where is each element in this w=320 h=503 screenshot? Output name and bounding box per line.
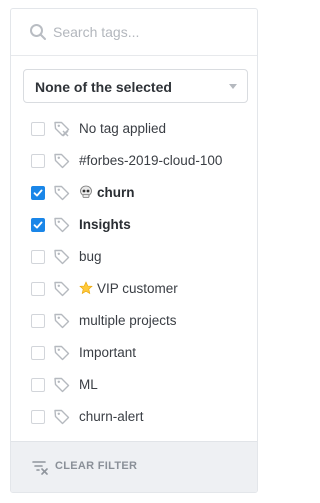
tag-label-text: VIP customer bbox=[97, 281, 178, 296]
tag-label: churn-alert bbox=[79, 409, 144, 424]
tag-option[interactable]: No tag applied bbox=[11, 113, 257, 145]
tag-icon bbox=[53, 216, 71, 234]
tag-option[interactable]: churn bbox=[11, 177, 257, 209]
tag-label-text: Insights bbox=[79, 217, 131, 232]
tag-label-text: No tag applied bbox=[79, 121, 167, 136]
clear-filter-icon bbox=[31, 458, 49, 476]
tag-x-icon bbox=[53, 120, 71, 138]
checkbox[interactable] bbox=[31, 282, 45, 296]
tag-icon bbox=[53, 312, 71, 330]
tag-label-text: Important bbox=[79, 345, 137, 360]
checkbox[interactable] bbox=[31, 378, 45, 392]
tag-filter-panel: None of the selected No tag applied #forb… bbox=[10, 8, 258, 493]
checkbox[interactable] bbox=[31, 314, 45, 328]
checkbox[interactable] bbox=[31, 410, 45, 424]
tag-icon bbox=[53, 408, 71, 426]
clear-filter-button[interactable]: CLEAR FILTER bbox=[11, 441, 257, 492]
filter-mode-select[interactable]: None of the selected bbox=[23, 69, 248, 103]
tag-option[interactable]: multiple projects bbox=[11, 305, 257, 337]
tag-option[interactable]: churn-alert bbox=[11, 401, 257, 433]
search-input[interactable] bbox=[53, 21, 243, 43]
tag-label-text: ML bbox=[79, 377, 98, 392]
checkbox[interactable] bbox=[31, 346, 45, 360]
tag-label-text: multiple projects bbox=[79, 313, 177, 328]
tag-option[interactable]: Insights bbox=[11, 209, 257, 241]
tag-icon bbox=[53, 376, 71, 394]
tag-option[interactable]: bug bbox=[11, 241, 257, 273]
tag-icon bbox=[53, 344, 71, 362]
tag-option[interactable]: #forbes-2019-cloud-100 bbox=[11, 145, 257, 177]
filter-mode-value: None of the selected bbox=[35, 79, 172, 95]
tag-icon bbox=[53, 280, 71, 298]
tag-option[interactable]: VIP customer bbox=[11, 273, 257, 305]
tag-label: churn bbox=[79, 185, 135, 202]
tag-icon bbox=[53, 184, 71, 202]
tag-label: No tag applied bbox=[79, 121, 166, 136]
tag-list[interactable]: No tag applied #forbes-2019-cloud-100 chur… bbox=[11, 113, 257, 445]
checkbox-checked[interactable] bbox=[31, 218, 45, 232]
clear-filter-label: CLEAR FILTER bbox=[55, 460, 138, 472]
tag-label: ML bbox=[79, 377, 98, 392]
tag-label-text: churn bbox=[97, 185, 135, 200]
tag-label: Insights bbox=[79, 217, 131, 232]
tag-label-text: churn-alert bbox=[79, 409, 144, 424]
tag-label-text: bug bbox=[79, 249, 102, 264]
checkbox[interactable] bbox=[31, 154, 45, 168]
checkbox[interactable] bbox=[31, 122, 45, 136]
skull-icon bbox=[79, 185, 93, 202]
tag-icon bbox=[53, 152, 71, 170]
tag-label: bug bbox=[79, 249, 102, 264]
tag-icon bbox=[53, 248, 71, 266]
tag-label: VIP customer bbox=[79, 281, 178, 298]
tag-label: multiple projects bbox=[79, 313, 177, 328]
tag-option[interactable]: ML bbox=[11, 369, 257, 401]
star-icon bbox=[79, 281, 93, 298]
chevron-down-icon bbox=[229, 84, 237, 89]
search-icon bbox=[29, 23, 47, 41]
search-bar bbox=[11, 9, 257, 56]
tag-label: #forbes-2019-cloud-100 bbox=[79, 153, 222, 168]
tag-option[interactable]: Important bbox=[11, 337, 257, 369]
checkbox[interactable] bbox=[31, 250, 45, 264]
tag-label-text: #forbes-2019-cloud-100 bbox=[79, 153, 223, 168]
tag-label: Important bbox=[79, 345, 136, 360]
checkbox-checked[interactable] bbox=[31, 186, 45, 200]
